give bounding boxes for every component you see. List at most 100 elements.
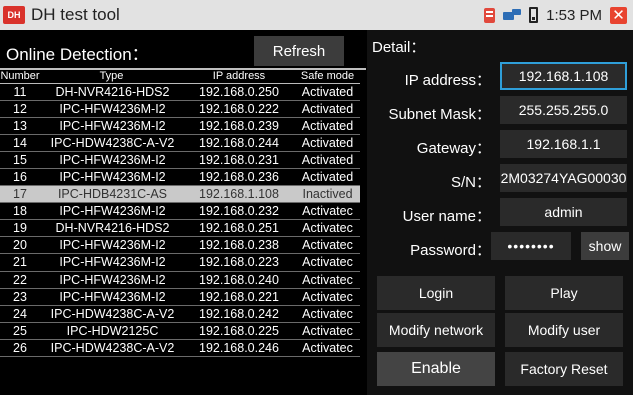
row-type: DH-NVR4216-HDS2: [40, 219, 183, 238]
row-safe-mode: Activated: [295, 117, 360, 135]
row-number: 25: [0, 322, 40, 340]
row-ip: 192.168.0.222: [183, 100, 295, 118]
close-icon[interactable]: ✕: [610, 6, 627, 24]
row-number: 18: [0, 202, 40, 221]
row-number: 12: [0, 100, 40, 118]
row-safe-mode: Activatec: [295, 271, 360, 289]
table-row[interactable]: 12 IPC-HFW4236M-I2 192.168.0.222 Activated: [0, 100, 360, 118]
row-ip: 192.168.0.244: [183, 134, 295, 152]
table-row[interactable]: 24 IPC-HDW4238C-A-V2 192.168.0.242 Activate…: [0, 305, 360, 323]
row-number: 26: [0, 339, 40, 358]
row-type: IPC-HFW4236M-I2: [40, 168, 183, 187]
row-ip: 192.168.0.251: [183, 219, 295, 238]
row-number: 22: [0, 271, 40, 289]
row-type: IPC-HDW4238C-A-V2: [40, 134, 183, 152]
show-password-button[interactable]: show: [581, 232, 629, 260]
table-row[interactable]: 23 IPC-HFW4236M-I2 192.168.0.221 Activatec: [0, 288, 360, 306]
enable-button[interactable]: Enable: [377, 352, 495, 386]
row-ip: 192.168.0.240: [183, 271, 295, 289]
row-safe-mode: Inactived: [295, 185, 360, 204]
row-type: IPC-HFW4236M-I2: [40, 202, 183, 221]
table-row[interactable]: 21 IPC-HFW4236M-I2 192.168.0.223 Activatec: [0, 253, 360, 272]
row-type: IPC-HFW4236M-I2: [40, 100, 183, 118]
detail-label: Detail：: [372, 39, 426, 56]
table-header-row: Number Type IP address Safe mode: [0, 70, 360, 84]
table-row[interactable]: 16 IPC-HFW4236M-I2 192.168.0.236 Activated: [0, 168, 360, 187]
serial-number-label: S/N：: [450, 174, 491, 191]
row-number: 13: [0, 117, 40, 135]
column-header-safe-mode[interactable]: Safe mode: [295, 70, 360, 84]
row-ip: 192.168.1.108: [183, 185, 295, 204]
row-ip: 192.168.0.223: [183, 253, 295, 272]
factory-reset-button[interactable]: Factory Reset: [505, 352, 623, 386]
row-safe-mode: Activatec: [295, 339, 360, 358]
row-safe-mode: Activated: [295, 168, 360, 187]
row-ip: 192.168.0.232: [183, 202, 295, 221]
online-detection-header: Online Detection： Refresh: [0, 30, 366, 70]
login-button[interactable]: Login: [377, 276, 495, 310]
table-row[interactable]: 15 IPC-HFW4236M-I2 192.168.0.231 Activated: [0, 151, 360, 169]
row-safe-mode: Activated: [295, 100, 360, 118]
play-button[interactable]: Play: [505, 276, 623, 310]
user-name-field[interactable]: admin: [500, 198, 627, 226]
row-safe-mode: Activated: [295, 151, 360, 169]
table-row[interactable]: 13 IPC-HFW4236M-I2 192.168.0.239 Activated: [0, 117, 360, 135]
table-row[interactable]: 14 IPC-HDW4238C-A-V2 192.168.0.244 Activate…: [0, 134, 360, 152]
row-type: DH-NVR4216-HDS2: [40, 83, 183, 101]
row-safe-mode: Activated: [295, 134, 360, 152]
status-area: 1:53 PM ✕: [484, 0, 627, 30]
online-detection-panel: Online Detection： Refresh Number Type IP…: [0, 30, 366, 395]
gateway-label: Gateway：: [416, 140, 491, 157]
table-row[interactable]: 18 IPC-HFW4236M-I2 192.168.0.232 Activatec: [0, 202, 360, 221]
column-header-number[interactable]: Number: [0, 70, 40, 84]
detail-panel: Detail： IP address： 192.168.1.108 Subnet…: [367, 30, 633, 395]
ip-address-field[interactable]: 192.168.1.108: [500, 62, 627, 90]
gateway-field[interactable]: 192.168.1.1: [500, 130, 627, 158]
subnet-mask-label: Subnet Mask：: [388, 106, 491, 123]
row-number: 16: [0, 168, 40, 187]
modify-network-button[interactable]: Modify network: [377, 313, 495, 347]
row-number: 11: [0, 83, 40, 101]
title-bar: DH DH test tool 1:53 PM ✕: [0, 0, 633, 30]
serial-number-field[interactable]: 2M03274YAG00030: [500, 164, 627, 192]
row-safe-mode: Activatec: [295, 219, 360, 238]
table-row[interactable]: 11 DH-NVR4216-HDS2 192.168.0.250 Activated: [0, 83, 360, 101]
table-row[interactable]: 19 DH-NVR4216-HDS2 192.168.0.251 Activatec: [0, 219, 360, 238]
table-row[interactable]: 26 IPC-HDW4238C-A-V2 192.168.0.246 Activate…: [0, 339, 360, 358]
table-row[interactable]: 22 IPC-HFW4236M-I2 192.168.0.240 Activatec: [0, 271, 360, 289]
table-row[interactable]: 17 IPC-HDB4231C-AS 192.168.1.108 Inactived: [0, 185, 360, 204]
row-number: 15: [0, 151, 40, 169]
table-row[interactable]: 20 IPC-HFW4236M-I2 192.168.0.238 Activatec: [0, 236, 360, 255]
row-type: IPC-HDB4231C-AS: [40, 185, 183, 204]
app-title: DH test tool: [31, 5, 120, 24]
row-number: 19: [0, 219, 40, 238]
row-safe-mode: Activatec: [295, 253, 360, 272]
row-safe-mode: Activatec: [295, 202, 360, 221]
row-type: IPC-HDW2125C: [40, 322, 183, 340]
row-ip: 192.168.0.250: [183, 83, 295, 101]
row-ip: 192.168.0.221: [183, 288, 295, 306]
table-row[interactable]: 25 IPC-HDW2125C 192.168.0.225 Activatec: [0, 322, 360, 340]
row-type: IPC-HFW4236M-I2: [40, 253, 183, 272]
column-header-type[interactable]: Type: [40, 70, 183, 84]
row-number: 23: [0, 288, 40, 306]
online-detection-label: Online Detection：: [6, 45, 149, 64]
ip-address-label: IP address：: [404, 72, 491, 89]
password-field[interactable]: ••••••••: [491, 232, 571, 260]
column-header-ip[interactable]: IP address: [183, 70, 295, 84]
refresh-button[interactable]: Refresh: [254, 36, 344, 66]
row-type: IPC-HFW4236M-I2: [40, 117, 183, 135]
modify-user-button[interactable]: Modify user: [505, 313, 623, 347]
device-table: Number Type IP address Safe mode 11 DH-NV…: [0, 70, 360, 358]
row-type: IPC-HDW4238C-A-V2: [40, 305, 183, 323]
user-name-label: User name：: [402, 208, 491, 225]
subnet-mask-field[interactable]: 255.255.255.0: [500, 96, 627, 124]
row-type: IPC-HFW4236M-I2: [40, 151, 183, 169]
row-safe-mode: Activatec: [295, 322, 360, 340]
row-number: 21: [0, 253, 40, 272]
app-logo-icon: DH: [3, 6, 25, 24]
row-number: 24: [0, 305, 40, 323]
row-ip: 192.168.0.225: [183, 322, 295, 340]
row-type: IPC-HFW4236M-I2: [40, 236, 183, 255]
row-ip: 192.168.0.238: [183, 236, 295, 255]
